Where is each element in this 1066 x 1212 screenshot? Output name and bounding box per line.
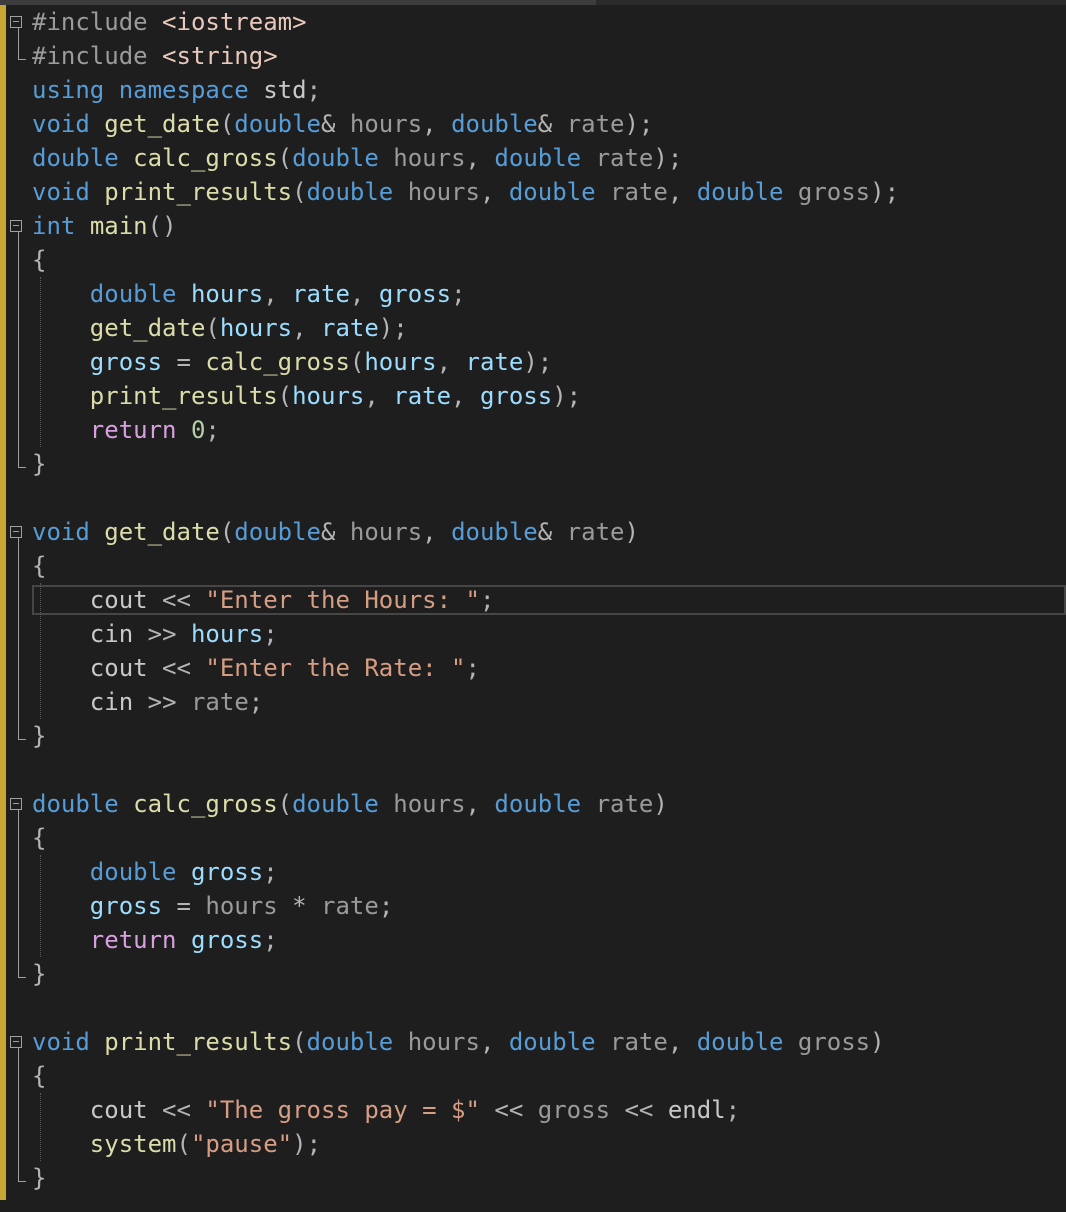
code-line-text[interactable]: using namespace std; <box>32 73 321 107</box>
code-line[interactable]: double calc_gross(double hours, double r… <box>0 141 1066 175</box>
code-line[interactable]: cin >> hours; <box>0 617 1066 651</box>
code-line[interactable]: cout << "The gross pay = $" << gross << … <box>0 1093 1066 1127</box>
code-line-text[interactable]: cout << "The gross pay = $" << gross << … <box>32 1093 740 1127</box>
code-line[interactable]: cout << "Enter the Rate: "; <box>0 651 1066 685</box>
outline-guide <box>18 810 19 977</box>
code-line[interactable] <box>0 991 1066 1025</box>
indent-guide <box>40 855 41 957</box>
code-line-text[interactable]: void print_results(double hours, double … <box>32 1025 885 1059</box>
outline-guide-end <box>18 739 26 740</box>
collapse-toggle-icon[interactable] <box>10 526 22 538</box>
code-line-text[interactable]: double calc_gross(double hours, double r… <box>32 141 682 175</box>
outline-guide-end <box>18 1181 26 1182</box>
code-line[interactable]: system("pause"); <box>0 1127 1066 1161</box>
code-line-text[interactable]: #include <string> <box>32 39 278 73</box>
code-line[interactable]: { <box>0 549 1066 583</box>
code-line[interactable]: return 0; <box>0 413 1066 447</box>
code-line[interactable]: int main() <box>0 209 1066 243</box>
code-line[interactable]: gross = hours * rate; <box>0 889 1066 923</box>
code-line-text[interactable]: cin >> hours; <box>32 617 278 651</box>
code-line-text[interactable]: } <box>32 447 46 481</box>
code-line[interactable]: cin >> rate; <box>0 685 1066 719</box>
code-line[interactable]: return gross; <box>0 923 1066 957</box>
code-line[interactable]: void get_date(double& hours, double& rat… <box>0 515 1066 549</box>
code-line-text[interactable]: double gross; <box>32 855 278 889</box>
code-line[interactable]: gross = calc_gross(hours, rate); <box>0 345 1066 379</box>
code-line[interactable]: void get_date(double& hours, double& rat… <box>0 107 1066 141</box>
code-line-text[interactable]: { <box>32 821 46 855</box>
code-line[interactable]: void print_results(double hours, double … <box>0 1025 1066 1059</box>
code-line-text[interactable]: cin >> rate; <box>32 685 263 719</box>
code-line[interactable]: using namespace std; <box>0 73 1066 107</box>
outline-guide-end <box>18 59 26 60</box>
code-line[interactable]: #include <iostream> <box>0 5 1066 39</box>
outline-guide <box>18 1048 19 1181</box>
code-line[interactable]: { <box>0 1059 1066 1093</box>
code-line-text[interactable]: cout << "Enter the Rate: "; <box>32 651 480 685</box>
code-line-text[interactable]: void get_date(double& hours, double& rat… <box>32 107 653 141</box>
outline-guide-end <box>18 977 26 978</box>
code-line-text[interactable]: print_results(hours, rate, gross); <box>32 379 581 413</box>
code-line-text[interactable]: return 0; <box>32 413 220 447</box>
code-line-text[interactable]: gross = calc_gross(hours, rate); <box>32 345 552 379</box>
code-line-text[interactable]: double calc_gross(double hours, double r… <box>32 787 668 821</box>
code-line-text[interactable]: system("pause"); <box>32 1127 321 1161</box>
outline-guide <box>18 538 19 739</box>
indent-guide <box>40 1093 41 1161</box>
code-line-text[interactable]: #include <iostream> <box>32 5 307 39</box>
code-line[interactable]: } <box>0 447 1066 481</box>
code-line[interactable]: double gross; <box>0 855 1066 889</box>
code-line-text[interactable]: return gross; <box>32 923 278 957</box>
collapse-toggle-icon[interactable] <box>10 220 22 232</box>
code-line[interactable]: #include <string> <box>0 39 1066 73</box>
code-line-text[interactable]: { <box>32 1059 46 1093</box>
code-line[interactable] <box>0 753 1066 787</box>
collapse-toggle-icon[interactable] <box>10 1036 22 1048</box>
code-line[interactable]: { <box>0 243 1066 277</box>
code-line[interactable]: } <box>0 719 1066 753</box>
code-line[interactable]: } <box>0 1161 1066 1195</box>
code-line[interactable]: double hours, rate, gross; <box>0 277 1066 311</box>
indent-guide <box>40 277 41 447</box>
code-line[interactable]: { <box>0 821 1066 855</box>
outline-guide-end <box>18 467 26 468</box>
code-line-text[interactable]: { <box>32 549 46 583</box>
code-line[interactable]: print_results(hours, rate, gross); <box>0 379 1066 413</box>
outline-guide <box>18 28 19 59</box>
code-line-text[interactable]: get_date(hours, rate); <box>32 311 408 345</box>
code-line-text[interactable]: double hours, rate, gross; <box>32 277 466 311</box>
collapse-toggle-icon[interactable] <box>10 798 22 810</box>
code-line-text[interactable]: } <box>32 957 46 991</box>
code-line-text[interactable]: void print_results(double hours, double … <box>32 175 899 209</box>
code-line-text[interactable]: int main() <box>32 209 177 243</box>
code-line-text[interactable]: gross = hours * rate; <box>32 889 393 923</box>
code-line-text[interactable]: { <box>32 243 46 277</box>
indent-guide <box>40 583 41 719</box>
outline-guide <box>18 232 19 467</box>
code-line[interactable]: } <box>0 957 1066 991</box>
code-line-text[interactable]: } <box>32 719 46 753</box>
code-line[interactable]: void print_results(double hours, double … <box>0 175 1066 209</box>
code-line-text[interactable]: void get_date(double& hours, double& rat… <box>32 515 639 549</box>
code-line[interactable] <box>0 481 1066 515</box>
code-line-text[interactable]: } <box>32 1161 46 1195</box>
collapse-toggle-icon[interactable] <box>10 16 22 28</box>
code-editor[interactable]: #include <iostream> #include <string> usin… <box>0 0 1066 1212</box>
current-line-highlight <box>32 585 1066 615</box>
code-line[interactable]: get_date(hours, rate); <box>0 311 1066 345</box>
code-line[interactable]: double calc_gross(double hours, double r… <box>0 787 1066 821</box>
